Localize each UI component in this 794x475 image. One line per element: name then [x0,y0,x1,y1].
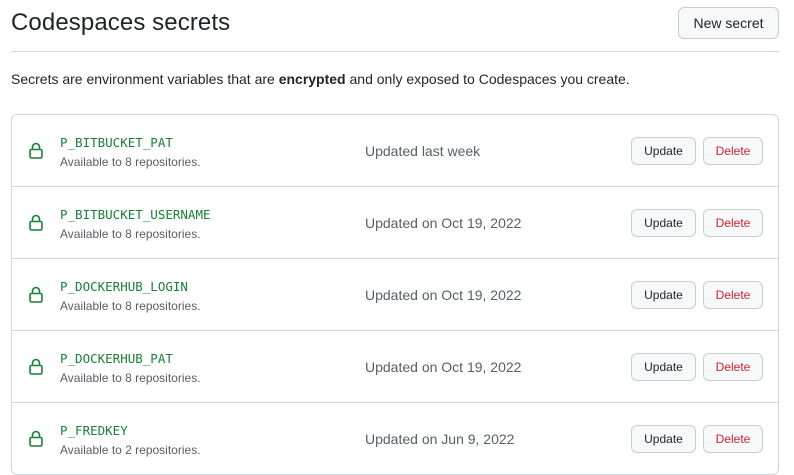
description-prefix: Secrets are environment variables that a… [11,71,279,87]
lock-icon [29,358,43,375]
codespaces-secrets-page: Codespaces secrets New secret Secrets ar… [0,0,794,475]
description-suffix: and only exposed to Codespaces you creat… [345,71,630,87]
secret-updated: Updated on Oct 19, 2022 [365,287,522,303]
update-button[interactable]: Update [631,137,696,165]
lock-icon [29,142,43,159]
secret-row: P_DOCKERHUB_LOGIN Available to 8 reposit… [12,259,778,331]
update-button[interactable]: Update [631,281,696,309]
update-button[interactable]: Update [631,353,696,381]
update-button[interactable]: Update [631,209,696,237]
secret-updated: Updated on Oct 19, 2022 [365,359,522,375]
secret-updated: Updated on Oct 19, 2022 [365,215,522,231]
secret-row: P_BITBUCKET_USERNAME Available to 8 repo… [12,187,778,259]
secret-name: P_FREDKEY [60,423,128,438]
secret-row: P_FREDKEY Available to 2 repositories. U… [12,403,778,474]
delete-button[interactable]: Delete [703,281,763,309]
secret-name: P_DOCKERHUB_LOGIN [60,279,188,294]
secrets-list: P_BITBUCKET_PAT Available to 8 repositor… [11,114,779,475]
delete-button[interactable]: Delete [703,425,763,453]
lock-icon [29,286,43,303]
secret-updated: Updated last week [365,143,481,159]
secrets-description: Secrets are environment variables that a… [11,71,630,87]
page-title: Codespaces secrets [11,9,231,36]
description-emphasis: encrypted [278,71,346,87]
secret-row: P_DOCKERHUB_PAT Available to 8 repositor… [12,331,778,403]
secret-name: P_BITBUCKET_PAT [60,135,173,150]
delete-button[interactable]: Delete [703,209,763,237]
lock-icon [29,430,43,447]
secret-updated: Updated on Jun 9, 2022 [365,431,515,447]
lock-icon [29,214,43,231]
secret-availability: Available to 8 repositories. [60,155,201,169]
secret-row: P_BITBUCKET_PAT Available to 8 repositor… [12,115,778,187]
secret-availability: Available to 8 repositories. [60,227,201,241]
secret-availability: Available to 2 repositories. [60,443,201,457]
new-secret-button[interactable]: New secret [678,7,779,39]
secret-availability: Available to 8 repositories. [60,371,201,385]
secret-name: P_BITBUCKET_USERNAME [60,207,211,222]
delete-button[interactable]: Delete [703,137,763,165]
delete-button[interactable]: Delete [703,353,763,381]
secret-name: P_DOCKERHUB_PAT [60,351,173,366]
page-header: Codespaces secrets New secret [11,0,779,52]
update-button[interactable]: Update [631,425,696,453]
secret-availability: Available to 8 repositories. [60,299,201,313]
